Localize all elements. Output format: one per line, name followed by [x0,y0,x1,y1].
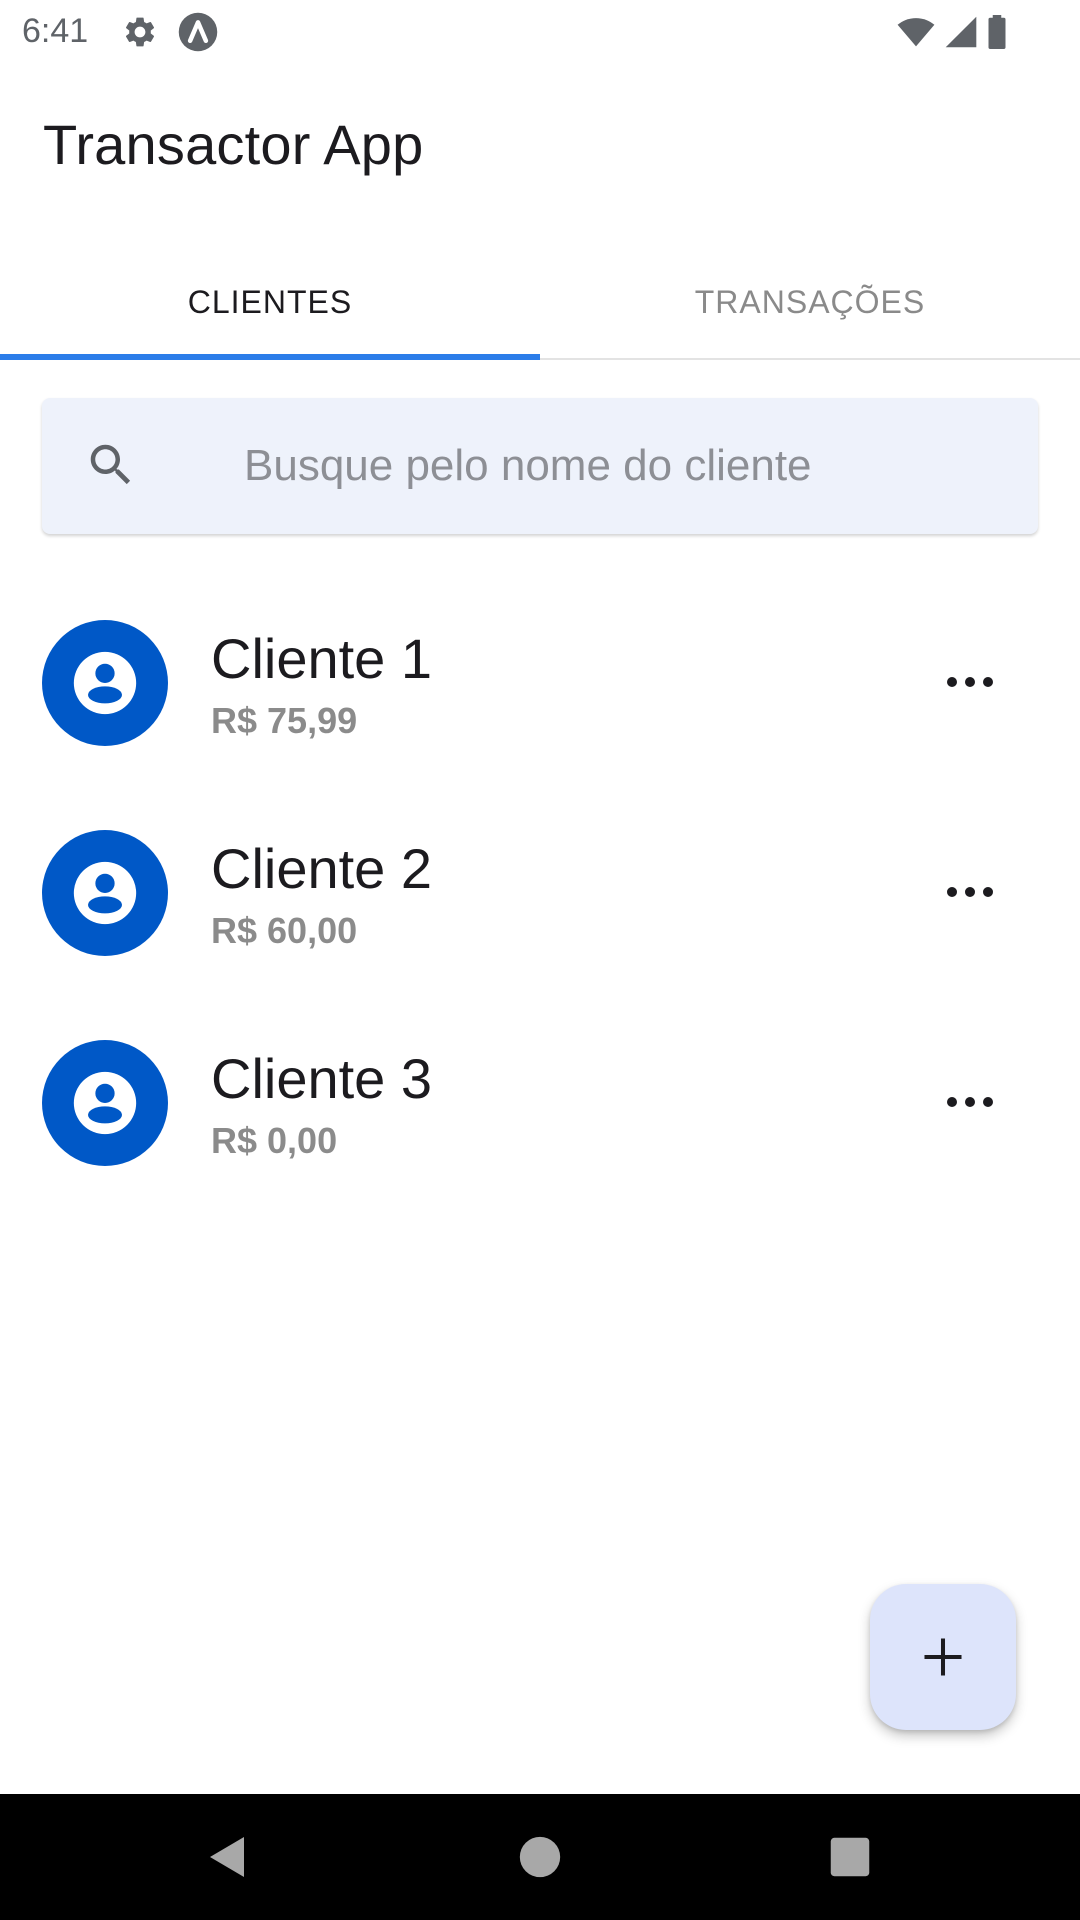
user-icon [73,651,137,715]
home-button[interactable] [505,1822,575,1892]
plus-icon [924,1638,962,1676]
recents-icon [830,1837,870,1877]
a-badge-icon [178,12,218,52]
signal-icon [945,16,977,48]
screen: 6:41 Transactor App CLIENTES TRANSAÇÕES [0,0,1080,1920]
battery-icon [988,15,1006,49]
search-input[interactable] [200,398,1000,534]
wifi-icon [897,18,935,47]
more-options-button[interactable] [940,1064,1000,1140]
more-options-button[interactable] [940,854,1000,930]
avatar [42,830,168,956]
more-horizontal-icon [947,1097,993,1107]
gear-icon [125,17,155,47]
tab-bar: CLIENTES TRANSAÇÕES [0,250,1080,360]
more-horizontal-icon [947,677,993,687]
client-name: Cliente 3 [211,1047,433,1110]
list-item[interactable]: Cliente 3 R$ 0,00 [0,1020,1080,1220]
tab-clientes[interactable]: CLIENTES [0,250,540,354]
search-bar [42,398,1038,534]
home-icon [519,1836,561,1878]
status-right-icons [896,14,1008,50]
status-bar: 6:41 [0,0,1080,66]
client-amount: R$ 60,00 [211,910,358,951]
client-name: Cliente 1 [211,627,433,690]
list-item[interactable]: Cliente 2 R$ 60,00 [0,810,1080,1010]
more-horizontal-icon [947,887,993,897]
add-client-button[interactable] [870,1584,1016,1730]
user-icon [73,1071,137,1135]
client-amount: R$ 75,99 [211,700,358,741]
client-amount: R$ 0,00 [211,1120,338,1161]
back-button[interactable] [193,1822,263,1892]
user-icon [73,861,137,925]
recents-button[interactable] [815,1822,885,1892]
back-icon [210,1837,244,1877]
list-item[interactable]: Cliente 1 R$ 75,99 [0,600,1080,800]
tab-transacoes[interactable]: TRANSAÇÕES [540,250,1080,354]
avatar [42,1040,168,1166]
app-title: Transactor App [43,113,424,176]
search-icon[interactable] [84,438,138,492]
navigation-bar [0,1794,1080,1920]
client-name: Cliente 2 [211,837,433,900]
status-time: 6:41 [22,12,89,50]
tab-indicator [0,354,540,360]
more-options-button[interactable] [940,644,1000,720]
avatar [42,620,168,746]
